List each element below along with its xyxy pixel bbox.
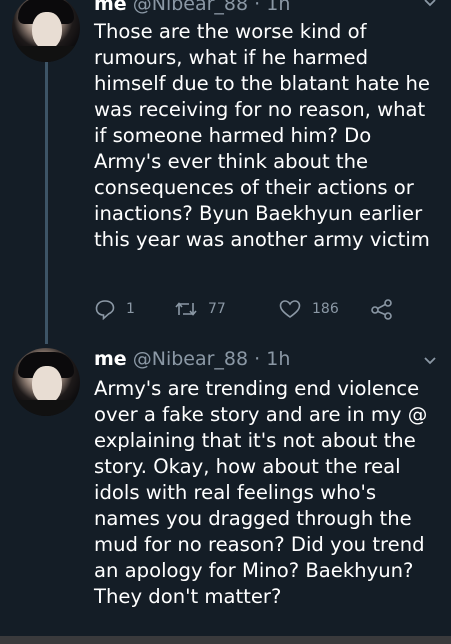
chevron-down-icon[interactable] — [423, 354, 437, 368]
like-icon — [279, 300, 301, 318]
reply-button[interactable]: 1 — [94, 296, 135, 322]
separator-dot: · — [254, 348, 261, 370]
display-name[interactable]: me — [94, 0, 127, 15]
user-handle[interactable]: @Nibear_88 — [133, 0, 248, 15]
like-button[interactable]: 186 — [278, 296, 339, 322]
avatar[interactable] — [12, 0, 80, 62]
share-button[interactable] — [370, 296, 394, 322]
tweet-text: Those are the worse kind of rumours, wha… — [94, 20, 430, 251]
tweet-header: me @Nibear_88 · 1h — [94, 0, 290, 16]
chevron-down-icon[interactable] — [423, 0, 437, 10]
tweet[interactable]: me @Nibear_88 · 1h Army's are trending e… — [0, 344, 451, 644]
tweet-text: Army's are trending end violence over a … — [94, 377, 428, 608]
bottom-edge-bar — [0, 636, 451, 644]
reply-count: 1 — [126, 301, 135, 317]
user-handle[interactable]: @Nibear_88 — [133, 348, 248, 370]
retweet-count: 77 — [208, 301, 226, 317]
timestamp[interactable]: 1h — [266, 0, 290, 15]
avatar[interactable] — [12, 348, 80, 416]
tweet-header: me @Nibear_88 · 1h — [94, 347, 290, 371]
tweet[interactable]: me @Nibear_88 · 1h Those are the worse k… — [0, 0, 451, 340]
tweet-thread: me @Nibear_88 · 1h Those are the worse k… — [0, 0, 451, 644]
display-name[interactable]: me — [94, 348, 127, 370]
tweet-actions: 1 77 186 — [94, 296, 414, 322]
like-count: 186 — [312, 301, 339, 317]
reply-icon — [95, 300, 115, 320]
retweet-icon — [175, 302, 197, 316]
timestamp[interactable]: 1h — [266, 348, 290, 370]
separator-dot: · — [254, 0, 261, 15]
retweet-button[interactable]: 77 — [174, 296, 226, 322]
share-icon — [371, 299, 392, 320]
